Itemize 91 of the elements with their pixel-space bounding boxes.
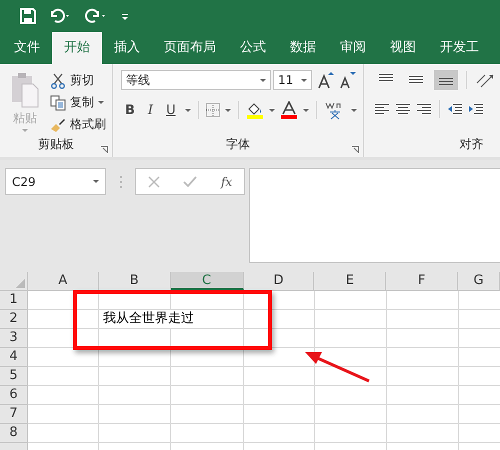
ribbon-tab[interactable]: 审阅 bbox=[328, 32, 378, 64]
vertical-align-button[interactable] bbox=[434, 70, 458, 90]
table-cell bbox=[244, 367, 315, 386]
table-cell bbox=[315, 424, 387, 443]
decrease-indent-icon[interactable] bbox=[446, 102, 463, 116]
redo-icon[interactable] bbox=[84, 8, 108, 24]
table-cell bbox=[99, 348, 171, 367]
table-cell bbox=[387, 348, 459, 367]
border-icon[interactable] bbox=[206, 103, 220, 117]
font-color-icon[interactable] bbox=[280, 101, 298, 119]
column-header[interactable]: E bbox=[314, 272, 386, 290]
table-cell bbox=[28, 424, 99, 443]
row-header[interactable]: 8 bbox=[0, 424, 28, 443]
table-cell bbox=[28, 386, 99, 405]
row-header[interactable]: 1 bbox=[0, 291, 28, 310]
table-cell bbox=[387, 405, 459, 424]
ribbon-tab[interactable]: 开始 bbox=[52, 32, 102, 64]
table-cell bbox=[244, 310, 315, 329]
undo-icon[interactable] bbox=[48, 8, 72, 24]
horizontal-align-icon[interactable] bbox=[394, 102, 411, 116]
table-cell bbox=[28, 405, 99, 424]
group-label: 对齐 bbox=[460, 136, 484, 153]
column-header[interactable]: D bbox=[244, 272, 314, 290]
table-cell bbox=[315, 329, 387, 348]
fill-color-icon[interactable] bbox=[246, 101, 264, 119]
underline-button[interactable]: U bbox=[162, 102, 180, 118]
shrink-font-icon[interactable] bbox=[340, 71, 356, 89]
brush-icon bbox=[50, 116, 66, 132]
increase-indent-icon[interactable] bbox=[468, 102, 484, 116]
group-label: 剪贴板 bbox=[37, 136, 75, 153]
row-header[interactable]: 3 bbox=[0, 329, 28, 348]
ribbon-tab[interactable]: 公式 bbox=[228, 32, 278, 64]
row-header[interactable]: 7 bbox=[0, 405, 28, 424]
horizontal-align-icon[interactable] bbox=[374, 102, 390, 116]
grow-font-icon[interactable] bbox=[318, 71, 334, 89]
ribbon-tab[interactable]: 视图 bbox=[378, 32, 428, 64]
row-header[interactable]: 6 bbox=[0, 386, 28, 405]
table-cell bbox=[99, 405, 171, 424]
dialog-launcher-icon[interactable] bbox=[352, 146, 359, 153]
italic-button[interactable]: I bbox=[144, 102, 158, 118]
table-cell bbox=[99, 424, 171, 443]
column-header[interactable]: F bbox=[386, 272, 458, 290]
save-icon[interactable] bbox=[20, 8, 36, 24]
row-header[interactable]: 2 bbox=[0, 310, 28, 329]
grip-icon[interactable] bbox=[119, 175, 123, 189]
cut-button[interactable]: 剪切 bbox=[50, 72, 106, 89]
table-cell bbox=[28, 367, 99, 386]
insert-function-button[interactable]: fx bbox=[220, 174, 232, 188]
bold-button[interactable]: B bbox=[121, 102, 139, 118]
clipboard-icon bbox=[10, 72, 40, 108]
formula-input[interactable] bbox=[249, 168, 500, 263]
table-cell bbox=[387, 310, 459, 329]
table-cell bbox=[28, 329, 99, 348]
row-header[interactable]: 5 bbox=[0, 367, 28, 386]
table-cell bbox=[315, 367, 387, 386]
copy-icon bbox=[50, 94, 66, 110]
table-cell bbox=[387, 367, 459, 386]
table-cell bbox=[244, 424, 315, 443]
row-header[interactable]: 4 bbox=[0, 348, 28, 367]
ribbon-tab[interactable]: 页面布局 bbox=[152, 32, 228, 64]
table-cell bbox=[99, 367, 171, 386]
font-size-field[interactable]: 11 bbox=[273, 70, 312, 90]
scissors-icon bbox=[50, 72, 66, 88]
table-cell bbox=[28, 310, 99, 329]
table-cell bbox=[315, 310, 387, 329]
table-cell bbox=[315, 386, 387, 405]
table-cell bbox=[387, 386, 459, 405]
pointer-arrow bbox=[305, 351, 371, 383]
font-name-field[interactable]: 等线 bbox=[121, 70, 271, 90]
ribbon-tab[interactable]: 插入 bbox=[102, 32, 152, 64]
ribbon-tab[interactable]: 开发工 bbox=[428, 32, 491, 64]
column-header[interactable]: A bbox=[28, 272, 99, 290]
group-label: 字体 bbox=[224, 136, 251, 153]
painter-button[interactable]: 格式刷 bbox=[50, 116, 106, 133]
column-header[interactable]: C bbox=[170, 272, 244, 290]
ribbon-tab[interactable]: 文件 bbox=[2, 32, 52, 64]
table-cell: 我从全世界走过 bbox=[99, 310, 244, 329]
dialog-launcher-icon[interactable] bbox=[101, 146, 108, 153]
table-cell bbox=[28, 348, 99, 367]
table-cell bbox=[244, 405, 315, 424]
horizontal-align-icon[interactable] bbox=[416, 102, 432, 116]
table-cell bbox=[387, 424, 459, 443]
check-icon[interactable] bbox=[183, 176, 198, 188]
ribbon-tab[interactable]: 数据 bbox=[278, 32, 328, 64]
table-cell bbox=[244, 386, 315, 405]
table-cell bbox=[99, 386, 171, 405]
table-cell bbox=[387, 329, 459, 348]
column-header[interactable]: G bbox=[458, 272, 500, 290]
copy-button[interactable]: 复制 bbox=[50, 94, 106, 111]
table-cell bbox=[315, 405, 387, 424]
name-box[interactable]: C29 bbox=[5, 168, 106, 195]
